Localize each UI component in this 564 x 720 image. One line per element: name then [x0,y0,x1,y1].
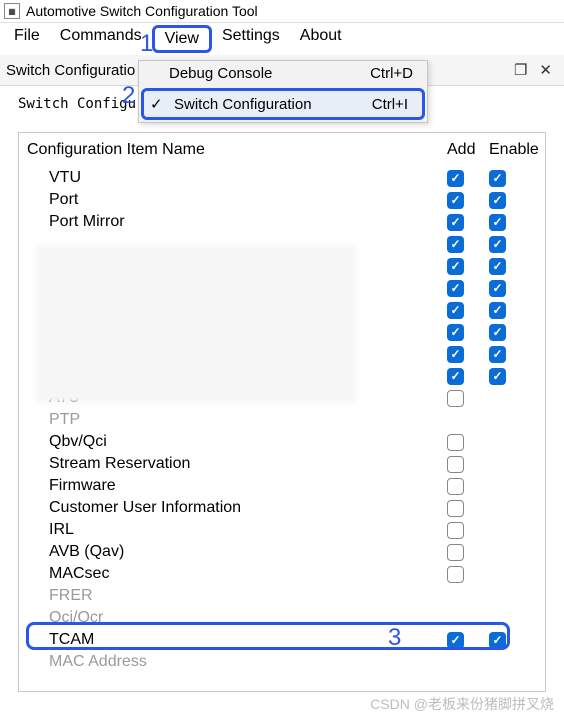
config-row: MAC Address [23,651,541,673]
menu-item-shortcut: Ctrl+D [370,65,419,82]
config-row: Firmware [23,475,541,497]
add-checkbox[interactable] [447,236,464,253]
config-item-name: Customer User Information [49,499,447,517]
config-item-name: VTU [49,169,447,187]
config-item-name: FRER [49,587,447,605]
enable-checkbox[interactable] [489,192,506,209]
watermark: CSDN @老板来份猪脚拼叉烧 [370,694,554,714]
tab-switch-config[interactable]: Switch Configuratio [6,62,135,79]
redacted-block [36,245,356,403]
config-row: IRL [23,519,541,541]
add-checkbox[interactable] [447,346,464,363]
add-checkbox[interactable] [447,544,464,561]
config-item-name: Stream Reservation [49,455,447,473]
enable-checkbox[interactable] [489,214,506,231]
menu-settings[interactable]: Settings [212,25,290,53]
config-item-name: Port [49,191,447,209]
enable-checkbox[interactable] [489,302,506,319]
check-icon: ✓ [150,95,170,113]
menu-file[interactable]: File [4,25,50,53]
config-item-name: MAC Address [49,653,447,671]
menu-about[interactable]: About [290,25,352,53]
menu-item-label: Switch Configuration [170,96,372,113]
enable-checkbox[interactable] [489,368,506,385]
add-checkbox[interactable] [447,192,464,209]
config-row: MACsec [23,563,541,585]
config-item-name: MACsec [49,565,447,583]
menu-commands[interactable]: Commands [50,25,152,53]
menu-item-shortcut: Ctrl+I [372,96,414,113]
enable-checkbox[interactable] [489,324,506,341]
add-checkbox[interactable] [447,522,464,539]
add-checkbox[interactable] [447,324,464,341]
add-checkbox[interactable] [447,390,464,407]
config-row: VTU [23,167,541,189]
config-item-name: Firmware [49,477,447,495]
enable-checkbox[interactable] [489,258,506,275]
add-checkbox[interactable] [447,214,464,231]
dock-icon[interactable]: ❐ [508,59,533,81]
config-row: Port Mirror [23,211,541,233]
add-checkbox[interactable] [447,632,464,649]
menu-view[interactable]: View [152,25,212,53]
enable-checkbox[interactable] [489,632,506,649]
add-checkbox[interactable] [447,258,464,275]
config-row: FRER [23,585,541,607]
config-item-name: AVB (Qav) [49,543,447,561]
col-name: Configuration Item Name [27,141,447,159]
callout-2: 2 [122,82,135,110]
columns-header: Configuration Item Name Add Enable [23,137,541,167]
menu-item-switch-configuration[interactable]: ✓ Switch Configuration Ctrl+I [141,88,425,120]
app-icon: ▦ [4,3,20,19]
config-row: Customer User Information [23,497,541,519]
add-checkbox[interactable] [447,368,464,385]
add-checkbox[interactable] [447,170,464,187]
add-checkbox[interactable] [447,478,464,495]
config-item-name: Qbv/Qci [49,433,447,451]
config-row: AVB (Qav) [23,541,541,563]
enable-checkbox[interactable] [489,236,506,253]
menubar: File Commands View Settings About [0,23,564,55]
config-item-name: IRL [49,521,447,539]
titlebar: ▦ Automotive Switch Configuration Tool [0,0,564,23]
callout-3: 3 [388,624,401,652]
config-row: TCAM [23,629,541,651]
add-checkbox[interactable] [447,302,464,319]
enable-checkbox[interactable] [489,280,506,297]
menu-item-debug-console[interactable]: Debug Console Ctrl+D [139,61,427,86]
close-icon[interactable]: ✕ [533,59,558,81]
config-panel: Configuration Item Name Add Enable VTU Po… [18,132,546,692]
window-title: Automotive Switch Configuration Tool [26,3,258,19]
add-checkbox[interactable] [447,566,464,583]
col-enable: Enable [489,141,537,159]
add-checkbox[interactable] [447,280,464,297]
add-checkbox[interactable] [447,434,464,451]
config-row: Stream Reservation [23,453,541,475]
config-item-name: Port Mirror [49,213,447,231]
enable-checkbox[interactable] [489,170,506,187]
col-add: Add [447,141,489,159]
config-row: Qci/Qcr [23,607,541,629]
enable-checkbox[interactable] [489,346,506,363]
config-row: Port [23,189,541,211]
config-item-name: PTP [49,411,447,429]
menu-item-label: Debug Console [165,65,370,82]
config-row: PTP [23,409,541,431]
add-checkbox[interactable] [447,500,464,517]
callout-1: 1 [140,30,153,58]
view-dropdown: Debug Console Ctrl+D ✓ Switch Configurat… [138,60,428,123]
config-row: Qbv/Qci [23,431,541,453]
add-checkbox[interactable] [447,456,464,473]
